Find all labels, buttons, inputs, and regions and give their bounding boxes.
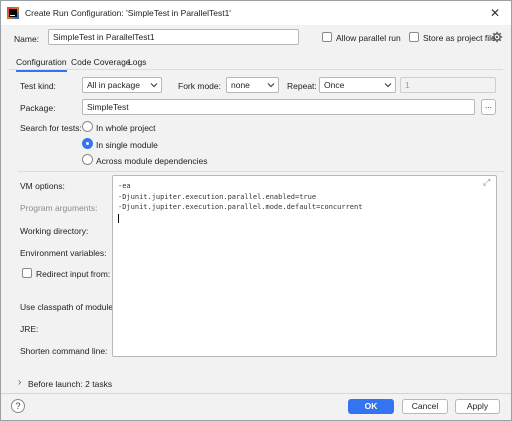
repeat-select[interactable]: Once	[319, 77, 396, 93]
help-button[interactable]: ?	[11, 399, 25, 413]
fork-mode-select[interactable]: none	[226, 77, 279, 93]
vm-options-label: VM options:	[20, 181, 65, 191]
run-configuration-dialog: Create Run Configuration: 'SimpleTest in…	[0, 0, 512, 421]
tab-code-coverage[interactable]: Code Coverage	[71, 57, 131, 67]
name-label: Name:	[14, 34, 40, 44]
radio-whole-project[interactable]	[82, 121, 93, 132]
chevron-down-icon	[150, 83, 158, 88]
radio-single-module[interactable]	[82, 138, 93, 149]
radio-whole-project-label: In whole project	[96, 123, 156, 133]
radio-single-module-label: In single module	[96, 140, 158, 150]
allow-parallel-label: Allow parallel run	[336, 33, 401, 43]
repeat-value: Once	[324, 80, 345, 90]
package-label: Package:	[20, 103, 56, 113]
repeat-count-input[interactable]: 1	[400, 77, 496, 93]
close-icon[interactable]: ✕	[487, 5, 503, 21]
fork-mode-label: Fork mode:	[178, 81, 221, 91]
store-project-label: Store as project file	[423, 33, 496, 43]
vm-option-line: -ea	[118, 182, 131, 190]
footer-divider	[1, 393, 511, 394]
tab-divider	[9, 69, 503, 70]
classpath-module-label: Use classpath of module:	[20, 302, 116, 312]
title-bar: Create Run Configuration: 'SimpleTest in…	[1, 1, 511, 25]
environment-variables-label: Environment variables:	[20, 248, 107, 258]
test-kind-label: Test kind:	[20, 81, 56, 91]
name-input[interactable]: SimpleTest in ParallelTest1	[48, 29, 299, 45]
chevron-right-icon[interactable]: ›	[18, 378, 21, 388]
vm-option-line: -Djunit.jupiter.execution.parallel.enabl…	[118, 192, 317, 201]
package-input[interactable]: SimpleTest	[82, 99, 475, 115]
store-project-checkbox[interactable]	[409, 32, 419, 42]
chevron-down-icon	[267, 83, 275, 88]
test-kind-value: All in package	[87, 80, 140, 90]
repeat-label: Repeat:	[287, 81, 317, 91]
cancel-button[interactable]: Cancel	[402, 399, 448, 414]
window-title: Create Run Configuration: 'SimpleTest in…	[25, 8, 231, 18]
redirect-input-label: Redirect input from:	[36, 269, 111, 279]
search-for-tests-label: Search for tests:	[20, 123, 82, 133]
collapse-editor-icon[interactable]: ⤢	[483, 177, 490, 188]
allow-parallel-checkbox[interactable]	[322, 32, 332, 42]
text-caret	[118, 213, 119, 223]
settings-gear-icon[interactable]	[491, 31, 503, 43]
shorten-command-line-label: Shorten command line:	[20, 346, 108, 356]
apply-button[interactable]: Apply	[455, 399, 500, 414]
program-arguments-label: Program arguments:	[20, 203, 98, 213]
redirect-input-checkbox[interactable]	[22, 268, 32, 278]
tab-logs[interactable]: Logs	[128, 57, 146, 67]
jre-label: JRE:	[20, 324, 39, 334]
intellij-app-icon	[7, 7, 19, 19]
working-directory-label: Working directory:	[20, 226, 89, 236]
radio-module-dependencies[interactable]	[82, 154, 93, 165]
chevron-down-icon	[384, 83, 392, 88]
ok-button[interactable]: OK	[348, 399, 394, 414]
radio-module-dependencies-label: Across module dependencies	[96, 156, 208, 166]
section-divider	[18, 171, 504, 172]
test-kind-select[interactable]: All in package	[82, 77, 162, 93]
fork-mode-value: none	[231, 80, 250, 90]
vm-options-editor[interactable]: -ea -Djunit.jupiter.execution.parallel.e…	[112, 175, 497, 357]
vm-option-line: -Djunit.jupiter.execution.parallel.mode.…	[118, 203, 363, 211]
before-launch-label[interactable]: Before launch: 2 tasks	[28, 379, 112, 389]
browse-package-button[interactable]: ...	[481, 99, 496, 115]
